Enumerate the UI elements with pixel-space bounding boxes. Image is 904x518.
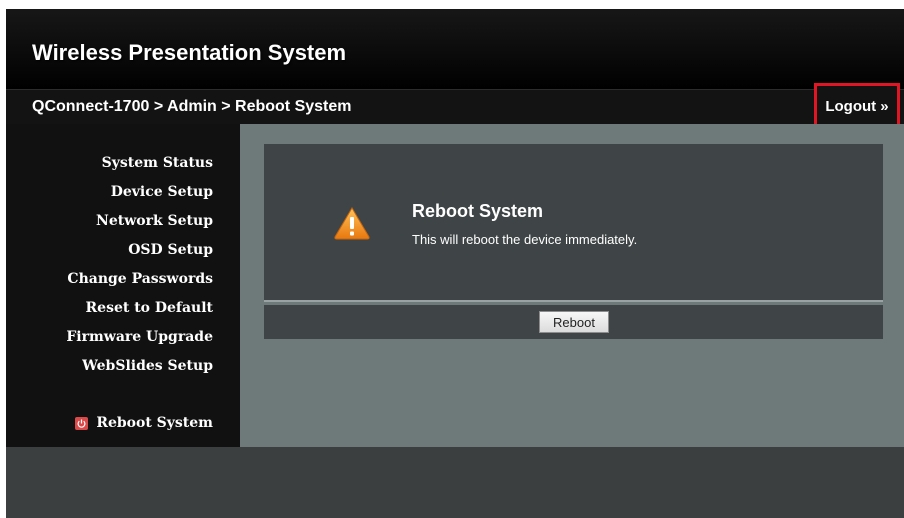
sidebar-item-network-setup[interactable]: Network Setup (96, 213, 213, 229)
header-bar: Wireless Presentation System (6, 9, 904, 89)
sidebar-item-osd-setup[interactable]: OSD Setup (128, 242, 213, 258)
breadcrumb: QConnect-1700 > Admin > Reboot System (32, 98, 352, 115)
reboot-button[interactable]: Reboot (539, 311, 609, 333)
main-content: Reboot System This will reboot the devic… (240, 124, 904, 447)
panel-description: This will reboot the device immediately. (412, 232, 638, 247)
app-window: Wireless Presentation System QConnect-17… (6, 9, 904, 518)
sidebar-nav: System Status Device Setup Network Setup… (6, 124, 240, 447)
sidebar-item-webslides-setup[interactable]: WebSlides Setup (82, 358, 213, 374)
sidebar-item-label: Reboot System (96, 415, 213, 431)
logout-link[interactable]: Logout » (814, 83, 900, 129)
app-title: Wireless Presentation System (32, 40, 347, 65)
sidebar-item-change-passwords[interactable]: Change Passwords (67, 271, 213, 287)
sidebar-item-device-setup[interactable]: Device Setup (111, 184, 213, 200)
reboot-panel: Reboot System This will reboot the devic… (264, 144, 883, 302)
power-icon (75, 416, 89, 430)
sidebar-item-reset-to-default[interactable]: Reset to Default (86, 300, 213, 316)
sidebar-item-firmware-upgrade[interactable]: Firmware Upgrade (66, 329, 213, 345)
action-bar: Reboot (264, 305, 883, 339)
sidebar-item-system-status[interactable]: System Status (102, 155, 213, 171)
sidebar-item-reboot-system[interactable]: Reboot System (75, 415, 213, 431)
breadcrumb-bar: QConnect-1700 > Admin > Reboot System (6, 89, 904, 125)
panel-title: Reboot System (412, 201, 544, 221)
footer-bar (6, 447, 904, 518)
warning-icon (333, 206, 371, 245)
